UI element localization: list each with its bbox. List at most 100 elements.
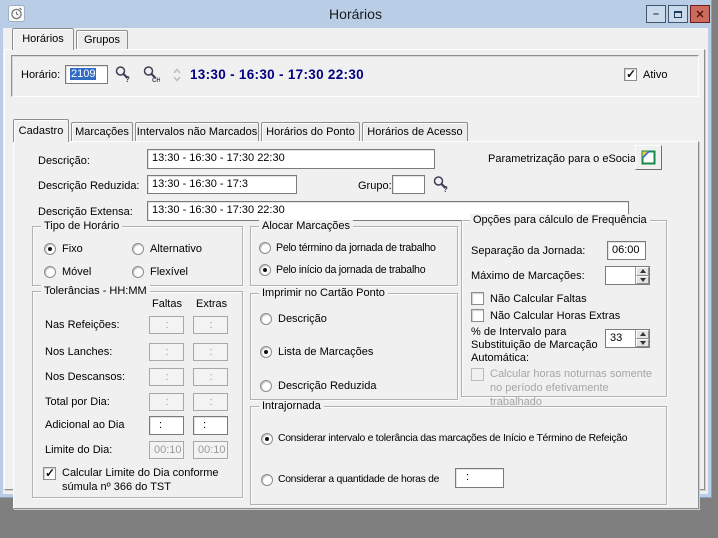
maximize-button[interactable] [668,5,688,23]
subtab-horarios-ponto[interactable]: Horários do Ponto [261,122,360,142]
refeicoes-faltas-value: : [165,319,168,331]
radio-imprimir-descricao[interactable] [260,313,272,325]
radio-fixo[interactable] [44,243,56,255]
radio-movel-label: Móvel [62,266,91,278]
subtab-cadastro-label: Cadastro [19,125,64,137]
tipo-horario-title: Tipo de Horário [41,220,122,232]
sumula-checkbox-label: Calcular Limite do Dia conforme súmula n… [62,466,234,494]
close-icon: ✕ [695,8,704,21]
row-lanches-label: Nos Lanches: [45,346,112,358]
lanches-extras-input: : [193,343,228,361]
horario-code-input[interactable]: 2109 [65,65,108,84]
row-adicional-dia-label: Adicional ao Dia [45,419,125,431]
title-bar[interactable]: Horários – ✕ [0,0,711,28]
total-dia-faltas-input: : [149,393,184,411]
radio-considerar-intervalo[interactable] [261,433,273,445]
search-ch-button[interactable]: CH [141,64,161,84]
subtab-horarios-acesso[interactable]: Horários de Acesso [362,122,468,142]
spin-down-icon[interactable] [636,339,649,348]
horarios-window: Horários – ✕ Horários Grupos Horário: [0,0,711,497]
intrajornada-group: Intrajornada Considerar intervalo e tole… [250,406,667,505]
tolerancias-group: Tolerâncias - HH:MM Faltas Extras Nas Re… [32,291,243,498]
radio-alternativo-label: Alternativo [150,243,202,255]
descricao-reduzida-input[interactable]: 13:30 - 16:30 - 17:3 [147,175,297,194]
quantidade-horas-input[interactable]: : [455,468,504,488]
radio-termino-jornada[interactable] [259,242,271,254]
subtab-marcacoes[interactable]: Marcações [71,122,133,142]
magnifier-question-icon: ? [432,175,450,193]
adicional-dia-faltas-input[interactable]: : [149,416,184,435]
grupo-input[interactable] [392,175,425,194]
opcoes-frequencia-group: Opções para cálculo de Frequência Separa… [461,220,667,397]
horario-header-panel: Horário: 2109 ? [11,55,699,97]
descansos-extras-input: : [193,368,228,386]
maximo-marcacoes-label: Máximo de Marcações: [471,270,585,282]
spin-up-icon[interactable] [636,330,649,339]
radio-descricao-reduzida[interactable] [260,380,272,392]
refresh-button-disabled [170,67,184,83]
close-button[interactable]: ✕ [690,5,710,23]
esocial-button[interactable] [635,145,662,170]
descansos-faltas-input: : [149,368,184,386]
limite-dia-extras-input: 00:10 [193,441,228,459]
spin-down-icon[interactable] [636,276,649,285]
spinner-buttons [635,330,649,347]
imprimir-cartao-group: Imprimir no Cartão Ponto Descrição Lista… [250,293,458,400]
total-dia-extras-value: : [209,396,212,408]
radio-quantidade-horas[interactable] [261,474,273,486]
row-descansos-label: Nos Descansos: [45,371,125,383]
sumula-checkbox[interactable] [43,467,56,480]
intrajornada-title: Intrajornada [259,400,324,412]
adicional-dia-faltas-value: : [159,419,162,431]
quantidade-horas-value: : [466,471,469,483]
ativo-checkbox[interactable] [624,68,637,81]
tab-horarios[interactable]: Horários [12,28,74,50]
radio-flexivel[interactable] [132,266,144,278]
schedule-display-text: 13:30 - 16:30 - 17:30 22:30 [190,67,364,82]
radio-flexivel-label: Flexível [150,266,188,278]
separacao-jornada-label: Separação da Jornada: [471,245,585,257]
subtab-intervalos[interactable]: Intervalos não Marcados [135,122,259,142]
subtab-cadastro[interactable]: Cadastro [13,119,69,142]
minimize-button[interactable]: – [646,5,666,23]
intervalo-substituicao-label: % de Intervalo para Substituição de Marc… [471,326,603,365]
tolerancias-title: Tolerâncias - HH:MM [41,285,150,297]
radio-inicio-jornada[interactable] [259,264,271,276]
adicional-dia-extras-value: : [203,419,206,431]
horario-code-value: 2109 [70,68,96,80]
separacao-jornada-value: 06:00 [612,244,640,256]
clock-icon [8,5,25,22]
sync-arrows-icon [171,68,183,82]
intervalo-substituicao-spinner[interactable]: 33 [605,329,650,348]
descricao-reduzida-label: Descrição Reduzida: [38,180,140,192]
radio-alternativo[interactable] [132,243,144,255]
magnifier-question-icon: ? [114,65,132,83]
alocar-marcacoes-group: Alocar Marcações Pelo término da jornada… [250,226,458,286]
descricao-input[interactable]: 13:30 - 16:30 - 17:30 22:30 [147,149,435,169]
tipo-horario-group: Tipo de Horário Fixo Alternativo Móvel F… [32,226,243,286]
nao-calcular-extras-checkbox[interactable] [471,309,484,322]
spin-up-icon[interactable] [636,267,649,276]
magnifier-ch-icon: CH [142,65,160,83]
document-page-icon [640,149,657,166]
search-grupo-button[interactable]: ? [431,174,451,194]
tab-grupos[interactable]: Grupos [76,30,128,50]
separacao-jornada-input[interactable]: 06:00 [607,241,646,260]
radio-lista-marcacoes[interactable] [260,346,272,358]
radio-inicio-jornada-label: Pelo início da jornada de trabalho [276,264,425,276]
nao-calcular-faltas-checkbox[interactable] [471,292,484,305]
nao-calcular-extras-label: Não Calcular Horas Extras [490,310,620,322]
subtab-marcacoes-label: Marcações [75,126,129,138]
descricao-value: 13:30 - 16:30 - 17:30 22:30 [152,152,285,164]
search-horario-button[interactable]: ? [113,64,133,84]
maximize-icon [674,11,682,18]
lanches-faltas-value: : [165,346,168,358]
maximo-marcacoes-spinner[interactable] [605,266,650,285]
adicional-dia-extras-input[interactable]: : [193,416,228,435]
radio-imprimir-descricao-label: Descrição [278,313,327,325]
tab-horarios-label: Horários [22,33,64,45]
horas-noturnas-checkbox-disabled [471,368,484,381]
svg-text:CH: CH [152,78,160,83]
radio-movel[interactable] [44,266,56,278]
radio-lista-marcacoes-label: Lista de Marcações [278,346,373,358]
